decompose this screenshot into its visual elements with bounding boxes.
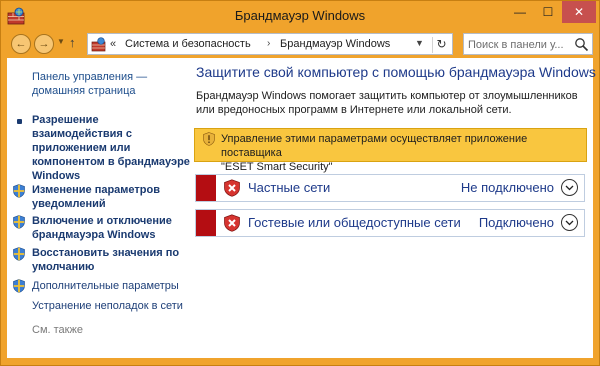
sidebar-item-enable-disable[interactable]: Включение и отключение брандмауэра Windo…	[32, 214, 192, 242]
uac-shield-icon	[13, 184, 25, 198]
page-title: Защитите свой компьютер с помощью брандм…	[196, 64, 596, 80]
vendor-managed-notice: Управление этими параметрами осуществляе…	[194, 128, 587, 173]
address-dropdown-chevron-icon[interactable]: ▼	[415, 38, 424, 48]
sidebar-item-notifications[interactable]: Изменение параметров уведомлений	[32, 183, 192, 211]
blocked-shield-icon	[224, 214, 240, 232]
breadcrumb-system-security[interactable]: Система и безопасность	[125, 38, 251, 50]
chevron-down-icon	[565, 220, 574, 225]
control-panel-home-link[interactable]: Панель управления — домашняя страница	[32, 70, 182, 98]
see-also-heading: См. также	[32, 324, 83, 336]
sidebar-item-troubleshoot[interactable]: Устранение неполадок в сети	[32, 299, 192, 313]
uac-shield-icon	[203, 132, 215, 146]
recent-locations-chevron-icon[interactable]: ▼	[57, 37, 65, 46]
public-networks-row[interactable]: Гостевые или общедоступные сети Подключе…	[195, 209, 585, 237]
forward-button[interactable]: →	[34, 34, 54, 54]
sidebar-item-restore-defaults[interactable]: Восстановить значения по умолчанию	[32, 246, 192, 274]
address-bar[interactable]: « Система и безопасность › Брандмауэр Wi…	[87, 33, 453, 55]
expand-button[interactable]	[561, 214, 578, 231]
up-button[interactable]: ↑	[69, 35, 76, 50]
maximize-button[interactable]: ☐	[534, 1, 562, 23]
blocked-shield-icon	[224, 179, 240, 197]
sidebar: Панель управления — домашняя страница Ра…	[7, 58, 193, 358]
bullet-icon	[17, 119, 22, 124]
navigation-bar: ← → ▼ ↑ « Система и безопасность › Бранд…	[7, 31, 593, 57]
refresh-button[interactable]: ↻	[432, 37, 450, 53]
expand-button[interactable]	[561, 179, 578, 196]
page-description: Брандмауэр Windows помогает защитить ком…	[196, 90, 578, 116]
close-button[interactable]: ✕	[562, 1, 596, 23]
uac-shield-icon	[13, 215, 25, 229]
uac-shield-icon	[13, 247, 25, 261]
minimize-button[interactable]: —	[506, 1, 534, 23]
status-stripe	[196, 210, 216, 236]
arrow-left-icon: ←	[15, 38, 27, 50]
network-name: Частные сети	[248, 180, 331, 195]
network-name: Гостевые или общедоступные сети	[248, 215, 461, 230]
control-panel-icon	[91, 37, 106, 52]
breadcrumb-overflow[interactable]: «	[110, 38, 116, 50]
network-status: Подключено	[478, 215, 554, 230]
chevron-down-icon	[565, 185, 574, 190]
refresh-icon: ↻	[436, 37, 447, 51]
search-input[interactable]	[468, 37, 572, 52]
arrow-up-icon: ↑	[69, 35, 76, 50]
arrow-right-icon: →	[38, 38, 50, 50]
back-button[interactable]: ←	[11, 34, 31, 54]
content-area: Панель управления — домашняя страница Ра…	[7, 58, 596, 358]
title-bar[interactable]: Брандмауэр Windows — ☐ ✕	[1, 1, 599, 31]
breadcrumb-firewall[interactable]: Брандмауэр Windows	[280, 38, 390, 50]
sidebar-item-allow-app[interactable]: Разрешение взаимодействия с приложением …	[32, 113, 192, 183]
private-networks-row[interactable]: Частные сети Не подключено	[195, 174, 585, 202]
uac-shield-icon	[13, 279, 25, 293]
search-icon[interactable]	[574, 37, 589, 52]
sidebar-item-advanced-settings[interactable]: Дополнительные параметры	[32, 279, 192, 293]
notice-vendor-name: "ESET Smart Security"	[221, 161, 333, 173]
network-status: Не подключено	[460, 180, 554, 195]
status-stripe	[196, 175, 216, 201]
breadcrumb-separator-icon[interactable]: ›	[267, 38, 270, 49]
notice-line: Управление этими параметрами осуществляе…	[221, 133, 528, 159]
notice-text: Управление этими параметрами осуществляе…	[221, 132, 581, 174]
search-box[interactable]	[463, 33, 593, 55]
main-panel: Защитите свой компьютер с помощью брандм…	[193, 58, 596, 358]
firewall-window: Брандмауэр Windows — ☐ ✕ ← → ▼ ↑ « Систе…	[0, 0, 600, 366]
